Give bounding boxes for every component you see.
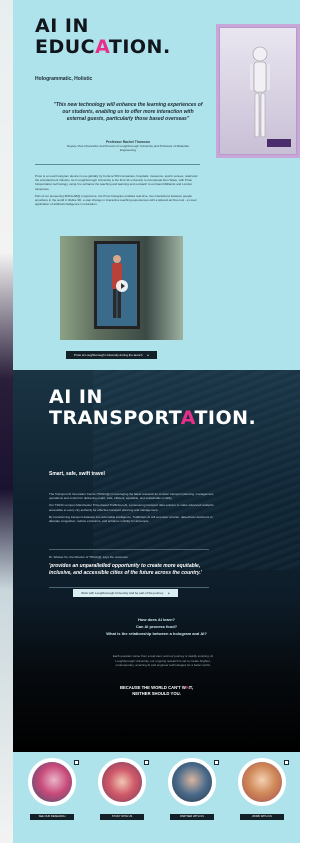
transportation-footer-text: Each question came from a real user, and… [112, 654, 214, 667]
card-label: WORK WITH US [240, 814, 284, 820]
arrow-right-icon: ▸ [147, 353, 150, 357]
external-link-icon [144, 760, 149, 765]
faq-item[interactable]: How does AI learn? [13, 616, 300, 623]
education-body: Proto is a novel hologram device in use … [35, 174, 200, 209]
transportation-body-paragraph: By transforming transport datasets into … [49, 514, 213, 524]
hologram-robot-image [216, 24, 300, 158]
transportation-title: AI IN TRANSPORTATION. [49, 387, 256, 429]
education-subtitle: Hologrammatic, Holistic [35, 76, 93, 82]
arrow-right-icon: ▸ [168, 591, 170, 595]
card-work[interactable]: WORK WITH US [233, 758, 291, 832]
university-logo [267, 139, 291, 147]
card-image [98, 758, 146, 806]
play-icon[interactable] [116, 280, 128, 292]
card-study[interactable]: STUDY WITH US [93, 758, 151, 832]
quote-author: Professor Rachel Thomson Deputy Vice-Cha… [65, 140, 191, 152]
video-caption-button[interactable]: Proto at Loughborough University during … [66, 351, 158, 359]
card-label: PARTNER WITH US [170, 814, 214, 820]
faq-item[interactable]: What is the relationship between a holog… [13, 630, 300, 637]
left-gutter [0, 0, 13, 843]
education-title-line1: AI IN [35, 15, 89, 37]
transportation-body: The Transport AI Innovation Centre (TRAI… [49, 492, 217, 526]
quote-author-role: Deputy Vice-Chancellor and Provost of Lo… [67, 144, 189, 152]
transportation-quote: 'provides an unparallelled opportunity t… [49, 563, 202, 576]
transportation-quote-attribution: Dr. Weiwei Xu, the Director of TRAIC@, s… [49, 555, 128, 559]
education-body-paragraph: Proto is a novel hologram device in use … [35, 174, 198, 191]
divider [49, 587, 209, 588]
card-partner[interactable]: PARTNER WITH US [163, 758, 221, 832]
transportation-subtitle: Smart, safe, swift travel [49, 471, 105, 477]
card-research[interactable]: SEE OUR RESEARCH [23, 758, 81, 832]
divider [35, 164, 200, 165]
work-with-us-label: Work with Loughborough University and be… [81, 591, 164, 595]
faq-list: How does AI learn? Can AI process food? … [13, 616, 300, 637]
external-link-icon [74, 760, 79, 765]
robot-figure-icon [250, 46, 270, 138]
hologram-video[interactable] [60, 236, 183, 340]
education-title-line2: EDUCATION. [35, 36, 171, 58]
external-link-icon [214, 760, 219, 765]
title-accent-letter: A [95, 36, 109, 58]
video-caption-label: Proto at Loughborough University during … [74, 353, 143, 357]
card-image [238, 758, 286, 806]
card-label: SEE OUR RESEARCH [30, 814, 74, 820]
education-title: AI IN EDUCATION. [35, 16, 171, 58]
external-link-icon [284, 760, 289, 765]
title-accent-letter: A [180, 407, 195, 429]
education-section: AI IN EDUCATION. Hologrammatic, Holistic… [13, 0, 300, 370]
transportation-body-paragraph: Our TRAIC Lumpen Manchester Prize-based … [49, 503, 214, 512]
transportation-section: AI IN TRANSPORTATION. Smart, safe, swift… [13, 370, 300, 752]
transportation-title-line1: AI IN [49, 386, 103, 408]
call-to-action: BECAUSE THE WORLD CAN'T WAIT, NEITHER SH… [13, 685, 300, 696]
footer-cards: SEE OUR RESEARCH STUDY WITH US PARTNER W… [13, 752, 300, 843]
transportation-body-paragraph: The Transport AI Innovation Centre (TRAI… [49, 492, 214, 501]
divider [49, 549, 209, 550]
education-body-paragraph: Part of our pioneering #DIGLAB@ programm… [35, 193, 197, 207]
transportation-title-line2: TRANSPORTATION. [49, 407, 257, 429]
card-label: STUDY WITH US [100, 814, 144, 820]
education-quote: "This new technology will enhance the le… [53, 102, 203, 122]
page: AI IN EDUCATION. Hologrammatic, Holistic… [0, 0, 300, 843]
cta-line2: NEITHER SHOULD YOU. [132, 690, 181, 696]
work-with-us-button[interactable]: Work with Loughborough University and be… [73, 589, 178, 597]
content: AI IN EDUCATION. Hologrammatic, Holistic… [13, 0, 300, 843]
faq-item[interactable]: Can AI process food? [13, 623, 300, 630]
card-image [168, 758, 216, 806]
card-image [28, 758, 76, 806]
